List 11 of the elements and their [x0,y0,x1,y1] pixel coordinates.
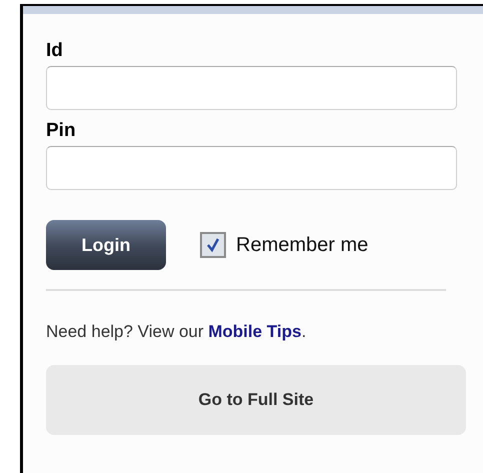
help-text: Need help? View our Mobile Tips. [46,321,308,343]
input-field[interactable] [46,66,457,110]
input-field[interactable] [46,146,457,190]
checkbox[interactable] [200,232,226,258]
full-site-button[interactable]: Go to Full Site [46,365,466,435]
checkbox-label: Remember me [236,233,368,258]
mobile-tips-link[interactable]: Mobile Tips [208,322,302,341]
field-label: Pin [46,120,77,142]
checkmark-icon [205,237,221,253]
login-button[interactable]: Login [46,220,166,270]
field-label: Id [46,40,64,62]
